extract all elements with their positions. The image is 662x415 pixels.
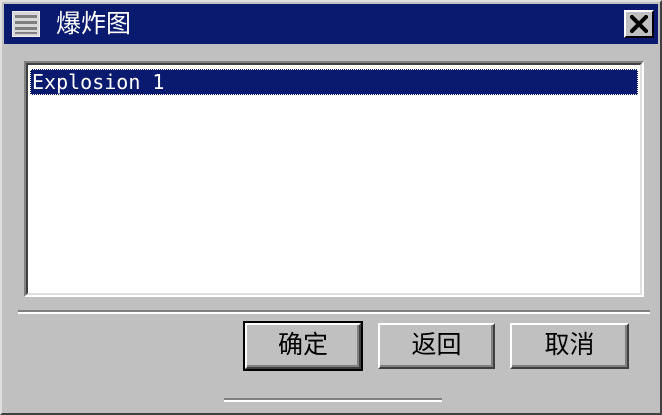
ok-button[interactable]: 确定 xyxy=(243,321,363,371)
close-button[interactable] xyxy=(624,10,654,38)
cancel-button[interactable]: 取消 xyxy=(510,323,629,369)
explosion-list[interactable]: Explosion 1 xyxy=(24,61,644,297)
window-title: 爆炸图 xyxy=(56,9,132,38)
explosion-dialog: 爆炸图 Explosion 1 确定 返回 取消 xyxy=(0,0,662,415)
separator xyxy=(18,310,650,314)
close-icon xyxy=(630,15,648,33)
title-bar[interactable]: 爆炸图 xyxy=(4,4,658,44)
list-inner: Explosion 1 xyxy=(26,63,642,295)
menu-icon[interactable] xyxy=(11,10,41,38)
list-item-explosion-1[interactable]: Explosion 1 xyxy=(30,69,638,95)
back-button[interactable]: 返回 xyxy=(378,323,495,369)
resize-grip[interactable] xyxy=(224,398,442,402)
